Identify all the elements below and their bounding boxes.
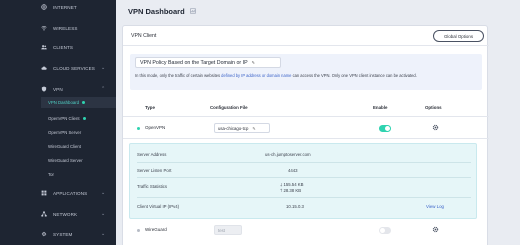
wifi-icon <box>41 26 47 31</box>
client-ip-value: 10.15.0.3 <box>286 204 304 209</box>
column-header-config: Configuration File <box>210 105 248 110</box>
status-dot <box>82 101 86 104</box>
edit-icon: ✎ <box>251 60 256 65</box>
policy-mode-select[interactable]: VPN Policy Based on the Target Domain or… <box>135 57 281 68</box>
sidebar-item-network[interactable]: NETWORK ⌄ <box>0 207 116 221</box>
server-port-value: 4443 <box>288 168 298 173</box>
sidebar-item-system[interactable]: SYSTEM ⌄ <box>0 227 116 241</box>
chevron-down-icon: ⌄ <box>101 65 106 71</box>
sidebar-sub-label: Tor <box>48 172 54 177</box>
gear-icon[interactable] <box>432 226 439 233</box>
sidebar-sub-label: WireGuard Server <box>48 158 83 163</box>
card-header: VPN Client Global Options <box>123 26 489 46</box>
sidebar-item-label: INTERNET <box>53 4 77 10</box>
server-port-label: Server Listen Port <box>137 168 172 173</box>
main-content: VPN Dashboard VPN Client Global Options … <box>116 0 520 245</box>
cloud-icon <box>41 66 47 70</box>
connection-status-dot <box>137 229 140 232</box>
server-address-label: Server Address <box>137 152 167 157</box>
row-type: WireGuard <box>145 227 167 232</box>
sidebar-item-vpn[interactable]: VPN ⌃ <box>0 82 116 96</box>
sidebar-item-label: SYSTEM <box>53 231 73 237</box>
sidebar-sub-wireguard-server[interactable]: WireGuard Server <box>41 155 116 166</box>
sidebar-sub-openvpn-server[interactable]: OpenVPN Server <box>41 127 116 138</box>
status-dot <box>82 117 86 120</box>
sidebar-item-label: WIRELESS <box>53 25 78 31</box>
column-header-options: Options <box>425 105 442 110</box>
gear-icon <box>41 231 47 237</box>
sidebar-item-wireless[interactable]: WIRELESS <box>0 21 116 35</box>
chevron-down-icon: ⌄ <box>101 190 106 196</box>
config-file-value: test <box>218 227 225 233</box>
sidebar-item-label: NETWORK <box>53 211 78 217</box>
toggle-knob <box>380 228 385 233</box>
divider <box>137 162 471 163</box>
page-title: VPN Dashboard <box>128 7 185 16</box>
sidebar-item-applications[interactable]: APPLICATIONS ⌄ <box>0 186 116 200</box>
shield-icon <box>41 86 47 92</box>
chevron-up-icon: ⌃ <box>101 86 106 92</box>
column-header-type: Type <box>145 105 155 110</box>
global-options-button[interactable]: Global Options <box>433 30 484 42</box>
chevron-down-icon: ⌄ <box>101 231 106 237</box>
traffic-label: Traffic Statistics <box>137 184 168 189</box>
connection-details-panel: Server Address us-ch.jumptoserver.com Se… <box>129 143 477 219</box>
sidebar-item-label: CLOUD SERVICES <box>53 65 95 71</box>
sidebar-sub-wireguard-client[interactable]: WireGuard Client <box>41 141 116 152</box>
sidebar-sub-label: OpenVPN Client <box>48 116 80 121</box>
divider <box>123 138 489 139</box>
sidebar-item-cloud-services[interactable]: CLOUD SERVICES ⌄ <box>0 61 116 75</box>
divider <box>137 197 471 198</box>
divider <box>137 177 471 178</box>
connection-status-dot <box>137 127 140 130</box>
config-file-value: usa-chicago-tcp <box>218 125 249 131</box>
divider <box>123 116 489 117</box>
edit-icon: ✎ <box>252 125 256 131</box>
sidebar-sub-label: OpenVPN Server <box>48 130 82 135</box>
globe-icon <box>41 4 47 10</box>
sidebar-sub-label: VPN Dashboard <box>48 100 80 105</box>
row-type: OpenVPN <box>145 125 166 130</box>
apps-icon <box>41 190 47 196</box>
vpn-client-card: VPN Client Global Options VPN Policy Bas… <box>122 25 489 245</box>
traffic-up: 🡑 28.38 KB <box>280 187 301 195</box>
enable-toggle[interactable] <box>379 125 391 132</box>
sidebar: INTERNET WIRELESS CLIENTS CLOUD SERVICES… <box>0 0 116 245</box>
sidebar-sub-label: WireGuard Client <box>48 144 81 149</box>
dashboard-icon <box>190 8 196 14</box>
sidebar-sub-vpn-dashboard[interactable]: VPN Dashboard <box>41 97 116 108</box>
column-header-enable: Enable <box>373 105 388 110</box>
view-log-link[interactable]: View Log <box>426 204 444 209</box>
policy-mode-value: VPN Policy Based on the Target Domain or… <box>140 59 248 66</box>
gear-icon[interactable] <box>432 124 439 131</box>
config-file-select[interactable]: test <box>214 225 242 235</box>
policy-desc-text: In this mode, only the traffic of certai… <box>135 73 221 78</box>
sidebar-item-clients[interactable]: CLIENTS <box>0 40 116 54</box>
users-icon <box>41 45 47 50</box>
card-title: VPN Client <box>131 33 157 39</box>
enable-toggle[interactable] <box>379 227 391 234</box>
sidebar-item-label: APPLICATIONS <box>53 190 88 196</box>
sidebar-item-label: CLIENTS <box>53 44 74 50</box>
network-icon <box>41 211 47 217</box>
policy-desc-text: can access the VPN. Only one VPN client … <box>292 73 417 78</box>
server-address-value: us-ch.jumptoserver.com <box>265 152 311 157</box>
traffic-up-value: 28.38 KB <box>283 188 302 193</box>
sidebar-item-label: VPN <box>53 86 63 92</box>
chevron-down-icon: ⌄ <box>101 211 106 217</box>
sidebar-sub-tor[interactable]: Tor <box>41 169 116 180</box>
toggle-knob <box>385 126 390 131</box>
config-file-select[interactable]: usa-chicago-tcp ✎ <box>214 123 270 133</box>
sidebar-item-internet[interactable]: INTERNET <box>0 0 116 14</box>
policy-box: VPN Policy Based on the Target Domain or… <box>130 54 482 90</box>
sidebar-sub-openvpn-client[interactable]: OpenVPN Client <box>41 113 116 124</box>
client-ip-label: Client Virtual IP (IPv4) <box>137 204 180 209</box>
policy-description: In this mode, only the traffic of certai… <box>135 73 475 79</box>
policy-desc-link[interactable]: defined by IP address or domain name <box>221 73 291 78</box>
